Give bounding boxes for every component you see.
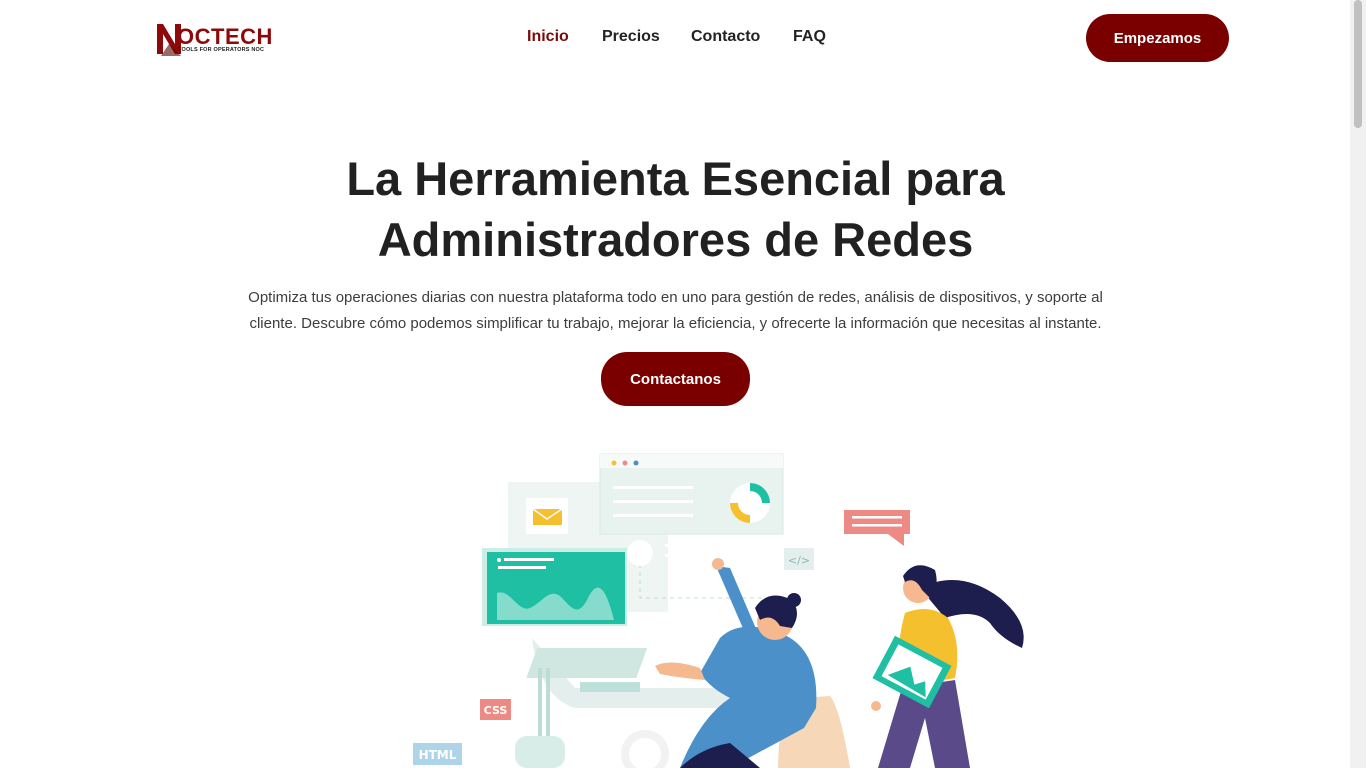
html-tag-icon: HTML xyxy=(413,743,462,765)
contact-button[interactable]: Contactanos xyxy=(601,352,750,406)
nav-item-contacto[interactable]: Contacto xyxy=(691,28,760,46)
nav-item-faq[interactable]: FAQ xyxy=(793,28,826,46)
hero-title-line2: Administradores de Redes xyxy=(377,213,974,266)
hero-subtitle: Optimiza tus operaciones diarias con nue… xyxy=(248,289,1103,332)
hero-title-line1: La Herramienta Esencial para xyxy=(346,152,1005,205)
hero-title: La Herramienta Esencial para Administrad… xyxy=(233,148,1118,270)
analytics-card-graphic xyxy=(482,548,627,626)
code-tag-icon: </> xyxy=(784,548,814,570)
chat-bubble-icon xyxy=(844,510,910,546)
woman-character-graphic xyxy=(871,565,1024,768)
svg-text:</>: </> xyxy=(788,554,810,567)
page-scrollbar[interactable] xyxy=(1350,0,1366,768)
svg-text:HTML: HTML xyxy=(419,748,457,762)
hero-illustration: </> CSS HTML xyxy=(413,453,1024,768)
email-icon xyxy=(526,498,568,534)
browser-window-graphic xyxy=(599,453,784,535)
css-tag-icon: CSS xyxy=(480,699,511,720)
svg-text:CSS: CSS xyxy=(484,704,508,717)
site-header: OCTECH TOOLS FOR OPERATORS NOC Inicio Pr… xyxy=(0,0,1350,78)
scrollbar-thumb[interactable] xyxy=(1354,0,1362,128)
man-character-graphic xyxy=(655,558,850,768)
nav-item-inicio[interactable]: Inicio xyxy=(527,28,569,46)
nav-item-precios[interactable]: Precios xyxy=(602,28,660,46)
get-started-button[interactable]: Empezamos xyxy=(1086,14,1229,62)
